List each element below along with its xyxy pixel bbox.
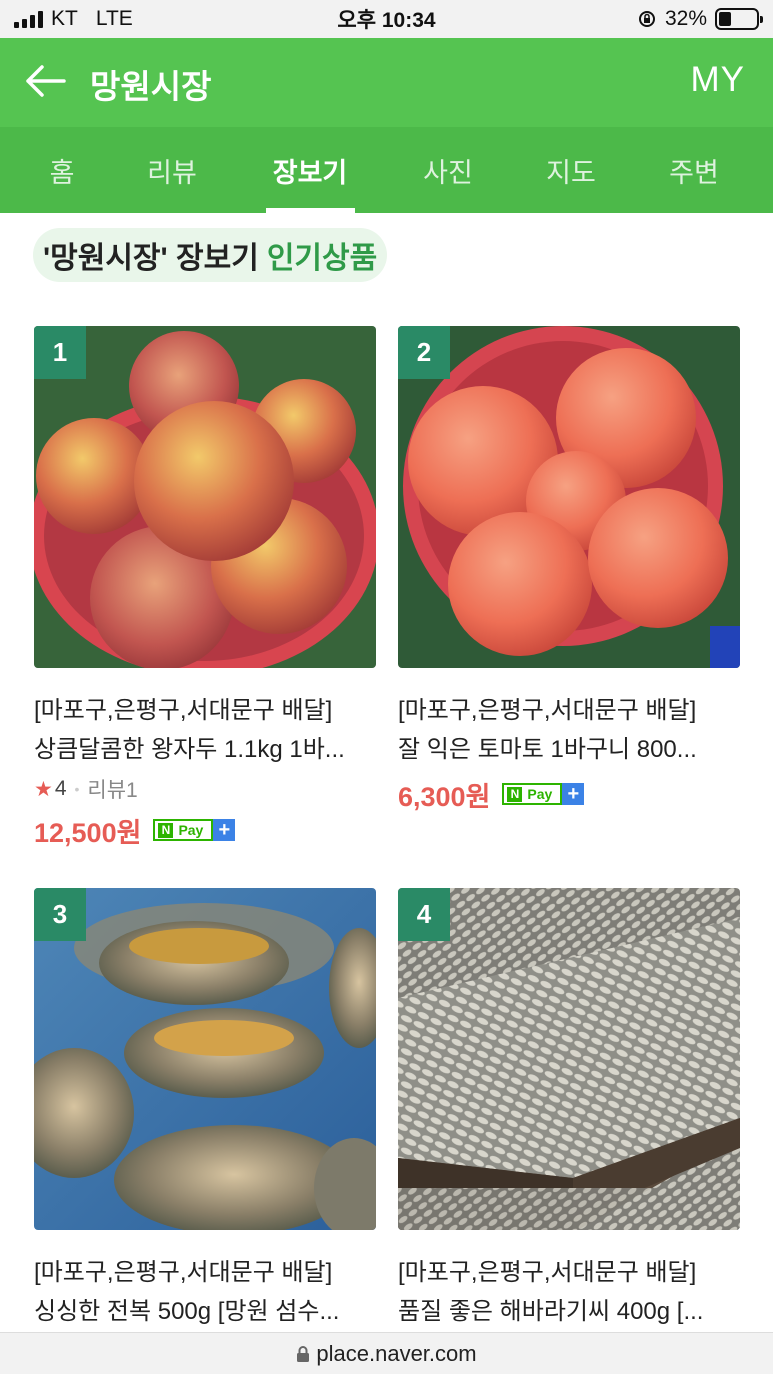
naver-pay-label: N Pay — [502, 783, 563, 805]
naver-pay-text: Pay — [178, 822, 204, 838]
product-card[interactable]: 3 [마포구,은평구,서대문구 배달] 싱싱한 전복 500g [망원 섬수..… — [34, 888, 376, 1332]
back-button[interactable] — [22, 58, 68, 104]
price-row: 6,300원 N Pay + — [398, 772, 740, 816]
battery-percent: 32% — [664, 7, 707, 30]
star-icon: ★ — [34, 777, 53, 801]
product-category[interactable]: [마포구,은평구,서대문구 배달] — [34, 1254, 376, 1292]
price-row: 12,500원 N Pay + — [34, 808, 376, 852]
battery-icon — [715, 8, 763, 30]
active-tab-indicator — [266, 208, 355, 213]
tab-home[interactable]: 홈 — [17, 127, 107, 213]
review-count: 리뷰1 — [87, 779, 138, 802]
product-category[interactable]: [마포구,은평구,서대문구 배달] — [398, 1254, 740, 1292]
rank-badge: 3 — [34, 888, 86, 941]
product-name[interactable]: 품질 좋은 해바라기씨 400g [... — [398, 1292, 740, 1332]
product-name[interactable]: 잘 익은 토마토 1바구니 800... — [398, 730, 740, 770]
tab-shopping[interactable]: 장보기 — [265, 127, 355, 213]
tab-map[interactable]: 지도 — [526, 127, 616, 213]
tab-nearby[interactable]: 주변 — [649, 127, 739, 213]
naver-pay-badge: N Pay + — [153, 819, 236, 841]
url-bar[interactable]: place.naver.com — [0, 1332, 773, 1374]
plus-icon: + — [213, 819, 236, 841]
product-name[interactable]: 상큼달콤한 왕자두 1.1kg 1바... — [34, 730, 376, 770]
battery-fill — [719, 12, 731, 26]
product-price: 6,300원 — [398, 781, 491, 812]
section-title: '망원시장' 장보기 인기상품 — [33, 228, 388, 282]
tab-review[interactable]: 리뷰 — [127, 127, 217, 213]
product-price: 12,500원 — [34, 817, 142, 848]
naver-n-icon: N — [507, 786, 523, 802]
product-name[interactable]: 싱싱한 전복 500g [망원 섬수... — [34, 1292, 376, 1332]
product-image-tomatoes[interactable]: 2 — [398, 326, 740, 668]
product-image-sunflower-seeds[interactable]: 4 — [398, 888, 740, 1230]
product-category[interactable]: [마포구,은평구,서대문구 배달] — [398, 692, 740, 730]
section-title-main: '망원시장' 장보기 — [43, 242, 259, 275]
naver-pay-badge: N Pay + — [502, 783, 585, 805]
product-image-abalone[interactable]: 3 — [34, 888, 376, 1230]
product-category[interactable]: [마포구,은평구,서대문구 배달] — [34, 692, 376, 730]
product-card[interactable]: 4 [마포구,은평구,서대문구 배달] 품질 좋은 해바라기씨 400g [..… — [398, 888, 740, 1332]
naver-n-icon: N — [158, 822, 174, 838]
naver-pay-text: Pay — [527, 786, 553, 802]
rank-badge: 2 — [398, 326, 450, 379]
rank-badge: 1 — [34, 326, 86, 379]
page-title: 망원시장 — [90, 68, 212, 105]
product-card[interactable]: 2 [마포구,은평구,서대문구 배달] 잘 익은 토마토 1바구니 800...… — [398, 326, 740, 816]
orientation-lock-icon — [638, 11, 655, 27]
product-card[interactable]: 1 [마포구,은평구,서대문구 배달] 상큼달콤한 왕자두 1.1kg 1바..… — [34, 326, 376, 852]
section-title-highlight: 인기상품 — [266, 242, 378, 275]
app-header: 망원시장 MY — [0, 38, 773, 127]
separator-dot: • — [74, 781, 80, 797]
my-button[interactable]: MY — [691, 60, 746, 100]
lock-icon — [297, 1345, 310, 1362]
tab-bar: 홈 리뷰 장보기 사진 지도 주변 — [0, 127, 773, 213]
plus-icon: + — [562, 783, 585, 805]
tab-photo[interactable]: 사진 — [403, 127, 493, 213]
naver-pay-label: N Pay — [153, 819, 214, 841]
url-text: place.naver.com — [316, 1340, 477, 1366]
product-image-plums[interactable]: 1 — [34, 326, 376, 668]
status-right: 32% — [637, 0, 763, 38]
rating-row: ★ 4 • 리뷰1 — [34, 772, 376, 806]
back-arrow-icon — [26, 65, 66, 97]
rank-badge: 4 — [398, 888, 450, 941]
status-bar: KT LTE 오후 10:34 32% — [0, 0, 773, 38]
rating-value: 4 — [54, 777, 67, 800]
